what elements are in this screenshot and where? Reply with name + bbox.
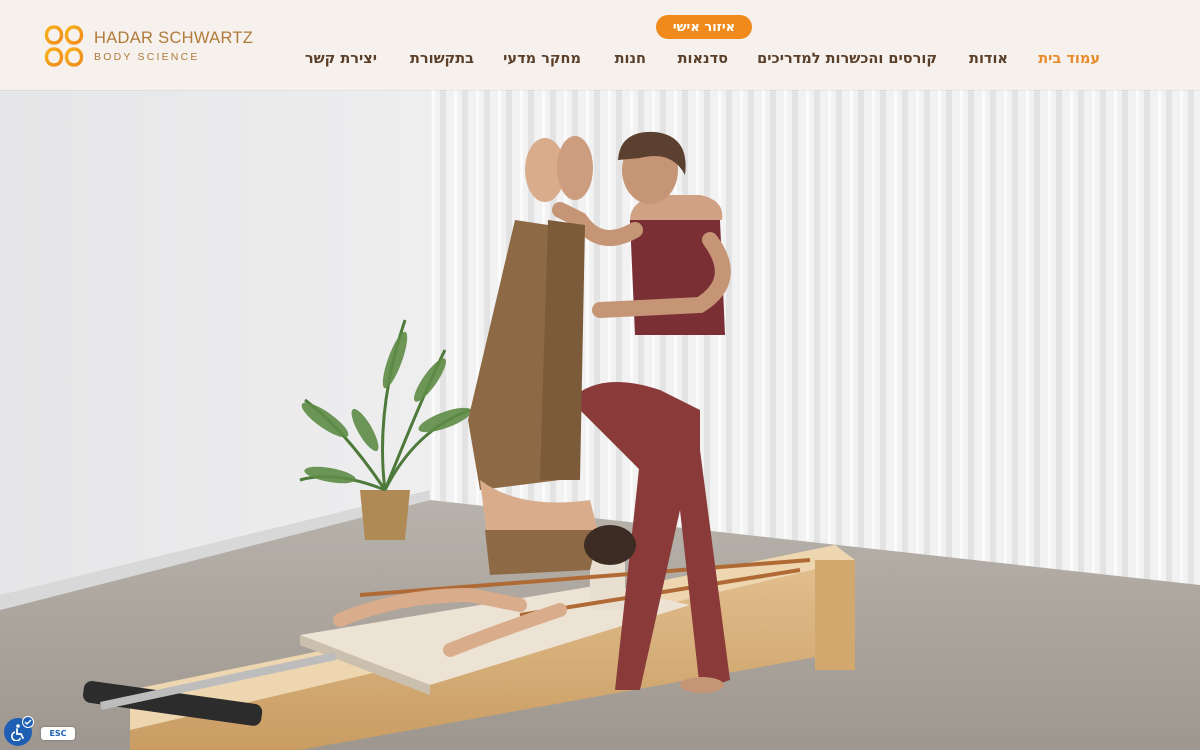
- nav-item-shop[interactable]: חנות: [615, 48, 646, 70]
- nav-item-media[interactable]: בתקשורת: [410, 48, 474, 70]
- personal-area-button[interactable]: איזור אישי: [656, 15, 752, 39]
- nav-item-contact[interactable]: יצירת קשר: [305, 48, 377, 70]
- hero-scene: [0, 90, 1200, 750]
- nav-item-about[interactable]: אודות: [969, 48, 1008, 70]
- nav-item-workshops[interactable]: סדנאות: [678, 48, 728, 70]
- main-nav: עמוד בית אודות קורסים והכשרות למדריכים ס…: [0, 48, 1200, 72]
- nav-item-research[interactable]: מחקר מדעי: [503, 48, 581, 70]
- check-icon: [22, 716, 34, 728]
- brand-title: HADAR SCHWARTZ: [94, 29, 254, 47]
- site-header: HADAR SCHWARTZ BODY SCIENCE איזור אישי ע…: [0, 0, 1200, 90]
- nav-item-courses[interactable]: קורסים והכשרות למדריכים: [757, 48, 937, 70]
- hero-image: [0, 90, 1200, 750]
- esc-badge[interactable]: ESC: [41, 727, 75, 740]
- nav-item-home[interactable]: עמוד בית: [1038, 48, 1100, 70]
